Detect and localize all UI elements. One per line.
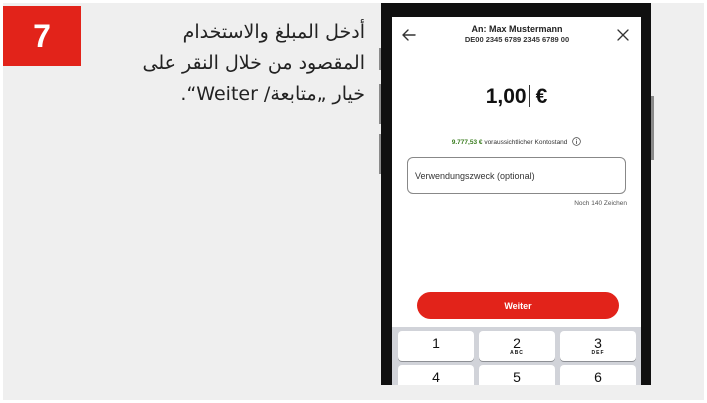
info-icon[interactable] (572, 137, 581, 146)
transfer-header: An: Max Mustermann DE00 2345 6789 2345 6… (392, 17, 641, 55)
key-4[interactable]: 4 (398, 365, 474, 385)
key-digit: 5 (513, 369, 521, 385)
balance-value: 9.777,53 € (451, 139, 483, 146)
close-icon[interactable] (615, 27, 631, 43)
recipient-info: An: Max Mustermann DE00 2345 6789 2345 6… (432, 24, 602, 44)
arrow-left-icon[interactable] (400, 26, 418, 44)
key-digit: 1 (432, 335, 440, 351)
recipient-iban: DE00 2345 6789 2345 6789 00 (464, 35, 570, 44)
key-digit: 4 (432, 369, 440, 385)
key-letters: DEF (591, 350, 605, 356)
purpose-placeholder: Verwendungszweck (optional) (415, 170, 535, 181)
key-digit: 2 (513, 335, 521, 351)
instruction-line: أدخل المبلغ والاستخدام (182, 21, 365, 43)
key-letters: ABC (510, 350, 524, 356)
amount-currency: € (535, 85, 548, 108)
key-3[interactable]: 3 DEF (560, 331, 636, 361)
char-counter: Noch 140 Zeichen (574, 200, 627, 207)
step-number-badge: 7 (3, 6, 81, 66)
weiter-button[interactable]: Weiter (417, 292, 619, 319)
instruction-text: أدخل المبلغ والاستخدام المقصود من خلال ا… (83, 17, 365, 110)
key-digit: 3 (594, 335, 602, 351)
numeric-keypad: 1 2 ABC 3 DEF 4 5 6 (392, 327, 641, 385)
key-digit: 6 (594, 369, 602, 385)
instruction-line: خيار „متابعة/ Weiter“. (180, 83, 365, 105)
key-1[interactable]: 1 (398, 331, 474, 361)
expected-balance: 9.777,53 € voraussichtlicher Kontostand (392, 137, 641, 146)
purpose-input[interactable]: Verwendungszweck (optional) (407, 157, 626, 194)
key-2[interactable]: 2 ABC (479, 331, 555, 361)
instruction-line: المقصود من خلال النقر على (142, 52, 365, 74)
phone-side-button (651, 96, 654, 160)
phone-screen: An: Max Mustermann DE00 2345 6789 2345 6… (392, 17, 641, 385)
recipient-name: An: Max Mustermann (471, 24, 563, 34)
key-5[interactable]: 5 (479, 365, 555, 385)
text-cursor (528, 85, 530, 107)
amount-value: 1,00 (485, 85, 527, 108)
key-6[interactable]: 6 (560, 365, 636, 385)
balance-label: voraussichtlicher Kontostand (484, 139, 568, 146)
phone-frame: An: Max Mustermann DE00 2345 6789 2345 6… (381, 3, 651, 385)
amount-display[interactable]: 1,00 € (392, 85, 641, 109)
